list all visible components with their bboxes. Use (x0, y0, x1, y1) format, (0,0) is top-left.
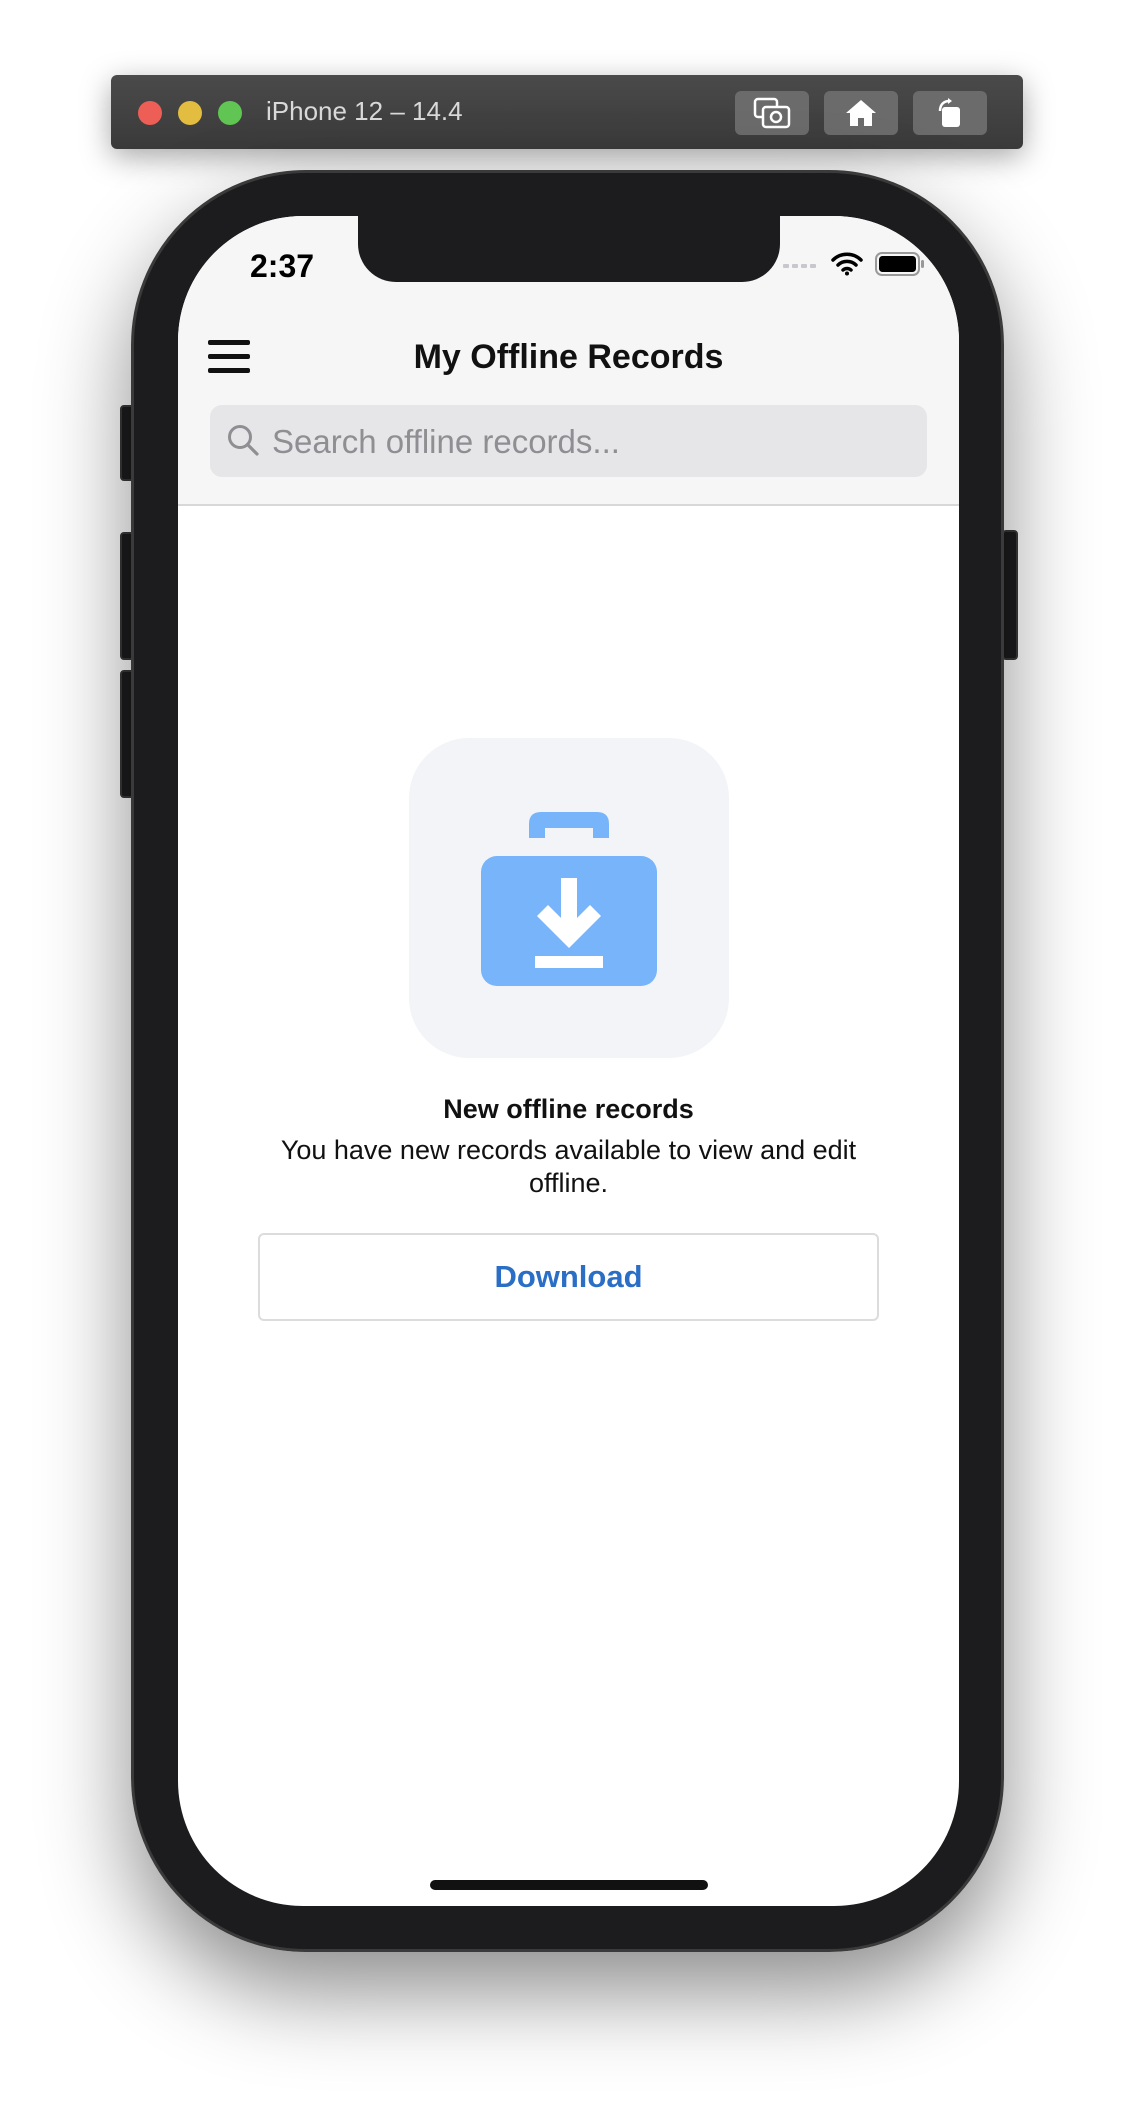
briefcase-download-icon (481, 812, 657, 986)
rotate-icon (938, 98, 960, 127)
empty-state-illustration (409, 738, 729, 1058)
device-notch (358, 216, 780, 282)
search-bar[interactable] (210, 405, 927, 479)
home-indicator[interactable] (430, 1880, 708, 1890)
download-button[interactable]: Download (258, 1233, 879, 1321)
cellular-signal-icon (783, 264, 816, 268)
power-button (1002, 530, 1018, 660)
home-button[interactable] (824, 91, 898, 135)
simulator-title-bar: iPhone 12 – 14.4 (111, 75, 1023, 149)
status-time: 2:37 (250, 248, 315, 284)
page-title: My Offline Records (413, 338, 724, 376)
desktop-stage: iPhone 12 – 14.4 2:37 My Offline Records… (0, 0, 1136, 2102)
empty-state-message: You have new records available to view a… (280, 1135, 857, 1198)
minimize-window-button[interactable] (178, 101, 202, 125)
phone-screen: 2:37 My Offline Records Search offline r… (178, 216, 959, 1906)
battery-icon (875, 252, 924, 276)
simulator-title: iPhone 12 – 14.4 (266, 96, 463, 126)
home-icon (846, 100, 876, 126)
search-input[interactable] (270, 405, 914, 479)
status-icons (783, 252, 925, 276)
camera-icon (753, 97, 791, 129)
screenshot-button[interactable] (735, 91, 809, 135)
empty-state-title: New offline records (443, 1094, 694, 1124)
search-icon (228, 425, 259, 456)
wifi-icon (831, 252, 863, 276)
rotate-button[interactable] (913, 91, 987, 135)
zoom-window-button[interactable] (218, 101, 242, 125)
close-window-button[interactable] (138, 101, 162, 125)
